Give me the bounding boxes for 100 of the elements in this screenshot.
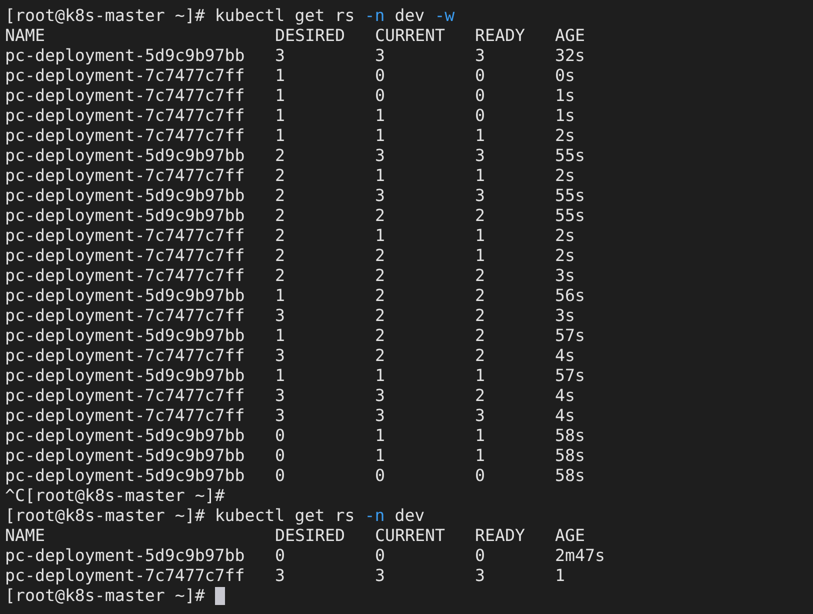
output-cell-text: 2 [475, 386, 486, 406]
output-cell-text: 1 [375, 106, 386, 126]
shell-prompt: ^C[root@k8s-master ~]# [5, 486, 225, 506]
output-cell-text: DESIRED [275, 526, 346, 546]
output-cell-text: 0 [475, 66, 486, 86]
output-cell-text: 1 [275, 86, 286, 106]
output-cell-text: 3 [475, 186, 486, 206]
output-cell-text: 2 [475, 206, 486, 226]
output-cell-text: pc-deployment-5d9c9b97bb [5, 426, 246, 446]
output-cell-text: 2 [275, 266, 286, 286]
option-text: -w [434, 6, 455, 26]
output-cell-text: 3 [375, 46, 386, 66]
output-cell-text: pc-deployment-5d9c9b97bb [5, 46, 246, 66]
output-cell-text: pc-deployment-7c7477c7ff [5, 386, 246, 406]
output-cell-text: 4s [555, 406, 576, 426]
output-cell-text: 0 [375, 546, 386, 566]
output-cell-text: 4s [555, 386, 576, 406]
output-cell-text: pc-deployment-7c7477c7ff [5, 66, 246, 86]
output-cell-text: 56s [555, 286, 586, 306]
output-cell-text: 55s [555, 206, 586, 226]
output-cell-text: 4s [555, 346, 576, 366]
output-cell-text: 55s [555, 146, 586, 166]
output-cell-text: pc-deployment-5d9c9b97bb [5, 326, 246, 346]
command-text: get [294, 506, 325, 526]
command-text: rs [334, 6, 355, 26]
output-cell-text: 3s [555, 306, 576, 326]
output-cell-text: 2 [475, 326, 486, 346]
output-cell-text: 3 [375, 406, 386, 426]
output-cell-text: 3 [275, 406, 286, 426]
output-cell-text: pc-deployment-5d9c9b97bb [5, 206, 246, 226]
output-cell-text: 2 [375, 326, 386, 346]
output-cell-text: pc-deployment-5d9c9b97bb [5, 366, 246, 386]
output-cell-text: pc-deployment-7c7477c7ff [5, 106, 246, 126]
output-cell-text: 1 [475, 446, 486, 466]
output-cell-text: 3 [275, 386, 286, 406]
output-cell-text: 3 [275, 46, 286, 66]
output-cell-text: 0 [275, 426, 286, 446]
output-cell-text: 1 [375, 426, 386, 446]
output-cell-text: 0 [475, 466, 486, 486]
output-cell-text: 2s [555, 246, 576, 266]
output-cell-text: 3 [475, 566, 486, 586]
output-cell-text: READY [475, 526, 526, 546]
output-cell-text: 57s [555, 326, 586, 346]
output-cell-text: 0 [375, 66, 386, 86]
output-cell-text: 1 [375, 126, 386, 146]
output-cell-text: 2 [475, 346, 486, 366]
output-cell-text: 1 [375, 166, 386, 186]
output-cell-text: 3 [375, 386, 386, 406]
output-cell-text: 2 [275, 146, 286, 166]
output-cell-text: 1 [375, 446, 386, 466]
output-cell-text: AGE [555, 26, 586, 46]
output-cell-text: 0s [555, 66, 576, 86]
output-cell-text: 2 [275, 226, 286, 246]
output-cell-text: 1 [275, 106, 286, 126]
output-cell-text: pc-deployment-5d9c9b97bb [5, 186, 246, 206]
output-cell-text: pc-deployment-5d9c9b97bb [5, 546, 246, 566]
output-cell-text: 0 [375, 466, 386, 486]
output-cell-text: pc-deployment-5d9c9b97bb [5, 466, 246, 486]
output-cell-text: 2 [375, 306, 386, 326]
output-cell-text: 3 [475, 146, 486, 166]
output-cell-text: DESIRED [275, 26, 346, 46]
output-cell-text: pc-deployment-7c7477c7ff [5, 566, 246, 586]
output-cell-text: 0 [375, 86, 386, 106]
output-cell-text: 58s [555, 426, 586, 446]
output-cell-text: 1 [275, 66, 286, 86]
output-cell-text: CURRENT [375, 26, 446, 46]
output-cell-text: 2 [275, 166, 286, 186]
output-cell-text: 2s [555, 166, 576, 186]
output-cell-text: 2m47s [555, 546, 606, 566]
output-cell-text: 1s [555, 86, 576, 106]
output-cell-text: pc-deployment-7c7477c7ff [5, 86, 246, 106]
output-cell-text: READY [475, 26, 526, 46]
output-cell-text: 0 [475, 546, 486, 566]
shell-prompt: [root@k8s-master ~]# [5, 6, 205, 26]
output-cell-text: 1s [555, 106, 576, 126]
output-cell-text: pc-deployment-5d9c9b97bb [5, 286, 246, 306]
output-cell-text: 58s [555, 466, 586, 486]
output-cell-text: 2s [555, 126, 576, 146]
output-cell-text: 1 [375, 366, 386, 386]
command-text: kubectl [214, 506, 285, 526]
output-cell-text: 1 [275, 326, 286, 346]
shell-prompt: [root@k8s-master ~]# [5, 506, 205, 526]
output-cell-text: 0 [475, 86, 486, 106]
option-text: -n [364, 6, 385, 26]
output-cell-text: 1 [275, 286, 286, 306]
output-cell-text: pc-deployment-5d9c9b97bb [5, 446, 246, 466]
output-cell-text: 3 [475, 46, 486, 66]
output-cell-text: 1 [475, 226, 486, 246]
output-cell-text: 1 [475, 126, 486, 146]
output-cell-text: 2 [375, 346, 386, 366]
output-cell-text: 55s [555, 186, 586, 206]
output-cell-text: 32s [555, 46, 586, 66]
command-text: kubectl [214, 6, 285, 26]
output-cell-text: pc-deployment-7c7477c7ff [5, 406, 246, 426]
output-cell-text: 2s [555, 226, 576, 246]
output-cell-text: 58s [555, 446, 586, 466]
output-cell-text: 3 [275, 566, 286, 586]
output-cell-text: 2 [375, 286, 386, 306]
output-cell-text: pc-deployment-7c7477c7ff [5, 166, 246, 186]
command-text: dev [394, 506, 425, 526]
